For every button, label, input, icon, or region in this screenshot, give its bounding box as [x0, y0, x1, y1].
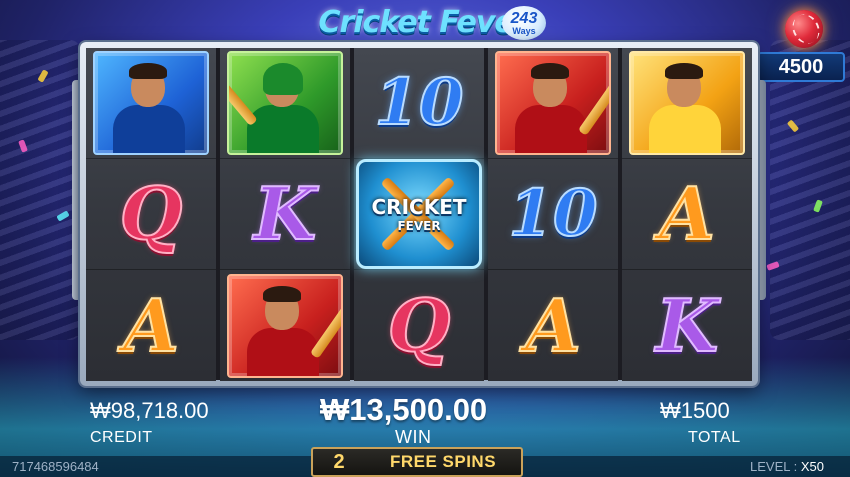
reel-cell: Q	[354, 270, 484, 381]
reel-3: 10 CRICKET FEVER Q	[354, 48, 484, 381]
credit-label: CREDIT	[90, 429, 153, 446]
level-label: LEVEL :	[750, 459, 801, 474]
reel-5: A K	[622, 48, 752, 381]
q-symbol: Q	[119, 171, 184, 256]
reel-cell: A	[622, 159, 752, 270]
wild-text-line1: CRICKET	[371, 195, 467, 219]
total-bet-label: TOTAL	[688, 429, 741, 446]
red-batsman-symbol	[495, 51, 611, 155]
reel-cell	[488, 48, 618, 159]
q-symbol: Q	[387, 282, 452, 368]
wild-text-line2: FEVER	[397, 219, 441, 233]
reel-4: 10 A	[488, 48, 618, 381]
cricket-bat-icon	[577, 72, 609, 136]
session-id: 717468596484	[12, 459, 99, 474]
ways-number: 243	[510, 9, 538, 27]
player-hair	[129, 63, 167, 79]
reel-cell: A	[86, 270, 216, 381]
free-spins-counter: 2 FREE SPINS	[311, 447, 523, 477]
a-symbol: A	[122, 282, 180, 368]
player-hair	[263, 285, 301, 302]
level-indicator: LEVEL : X50	[750, 459, 824, 474]
batting-helmet	[263, 63, 303, 95]
reel-cell	[220, 48, 350, 159]
logo-title: Cricket Fever	[318, 4, 528, 40]
player-jersey	[515, 105, 587, 153]
game-stage: Cricket Fever 243 Ways 4500 Q A K 10 CRI…	[0, 0, 850, 477]
ways-label: Ways	[512, 25, 536, 36]
reel-grid: Q A K 10 CRICKET FEVER Q 10 A A K	[86, 48, 752, 381]
a-symbol: A	[524, 282, 582, 368]
win-amount: ₩13,500.00	[320, 392, 488, 427]
reel-cell	[622, 48, 752, 159]
player-hair	[665, 63, 703, 79]
reel-frame: Q A K 10 CRICKET FEVER Q 10 A A K	[80, 42, 758, 386]
win-label: WIN	[395, 427, 432, 447]
green-batsman-symbol	[227, 51, 343, 155]
credit-amount: ₩98,718.00	[90, 398, 209, 423]
bonus-ball-value: 4500	[757, 52, 845, 82]
reel-1: Q A	[86, 48, 216, 381]
reel-cell: CRICKET FEVER	[354, 159, 484, 270]
player-hair	[531, 63, 569, 79]
level-value: X50	[800, 459, 824, 474]
total-bet-amount[interactable]: ₩1500	[660, 400, 730, 422]
ten-symbol: 10	[507, 176, 598, 251]
ways-badge: 243 Ways	[502, 6, 546, 40]
game-logo: Cricket Fever 243 Ways	[298, 0, 548, 44]
k-symbol: K	[655, 282, 720, 368]
player-jersey	[247, 105, 319, 153]
reel-cell: K	[622, 270, 752, 381]
reel-2: K	[220, 48, 350, 381]
player-jersey	[247, 327, 319, 376]
gold-player-symbol	[629, 51, 745, 155]
bonus-ball-meter[interactable]: 4500	[755, 10, 845, 82]
red-batsman-symbol	[227, 273, 343, 378]
reel-cell: K	[220, 159, 350, 270]
k-symbol: K	[253, 171, 318, 256]
free-spins-count: 2	[333, 450, 345, 473]
ten-symbol: 10	[373, 65, 464, 140]
reel-cell	[86, 48, 216, 159]
free-spins-label: FREE SPINS	[389, 452, 497, 471]
reel-cell: A	[488, 270, 618, 381]
cricket-ball-icon	[785, 10, 823, 48]
player-jersey	[649, 105, 721, 153]
reel-cell: 10	[354, 48, 484, 159]
stadium-stands-left	[0, 40, 80, 340]
cricket-fever-wild-symbol: CRICKET FEVER	[356, 159, 482, 269]
cricket-bat-icon	[309, 295, 341, 359]
blue-player-symbol	[93, 51, 209, 155]
bet-info-bar: ₩98,718.00 CREDIT ₩13,500.00 WIN ₩1500 T…	[0, 392, 850, 452]
stadium-stands-right	[770, 40, 850, 340]
cricket-bat-icon	[229, 66, 258, 127]
reel-cell: Q	[86, 159, 216, 270]
reel-cell: 10	[488, 159, 618, 270]
reel-cell	[220, 270, 350, 381]
player-jersey	[113, 105, 185, 153]
a-symbol: A	[658, 171, 716, 256]
